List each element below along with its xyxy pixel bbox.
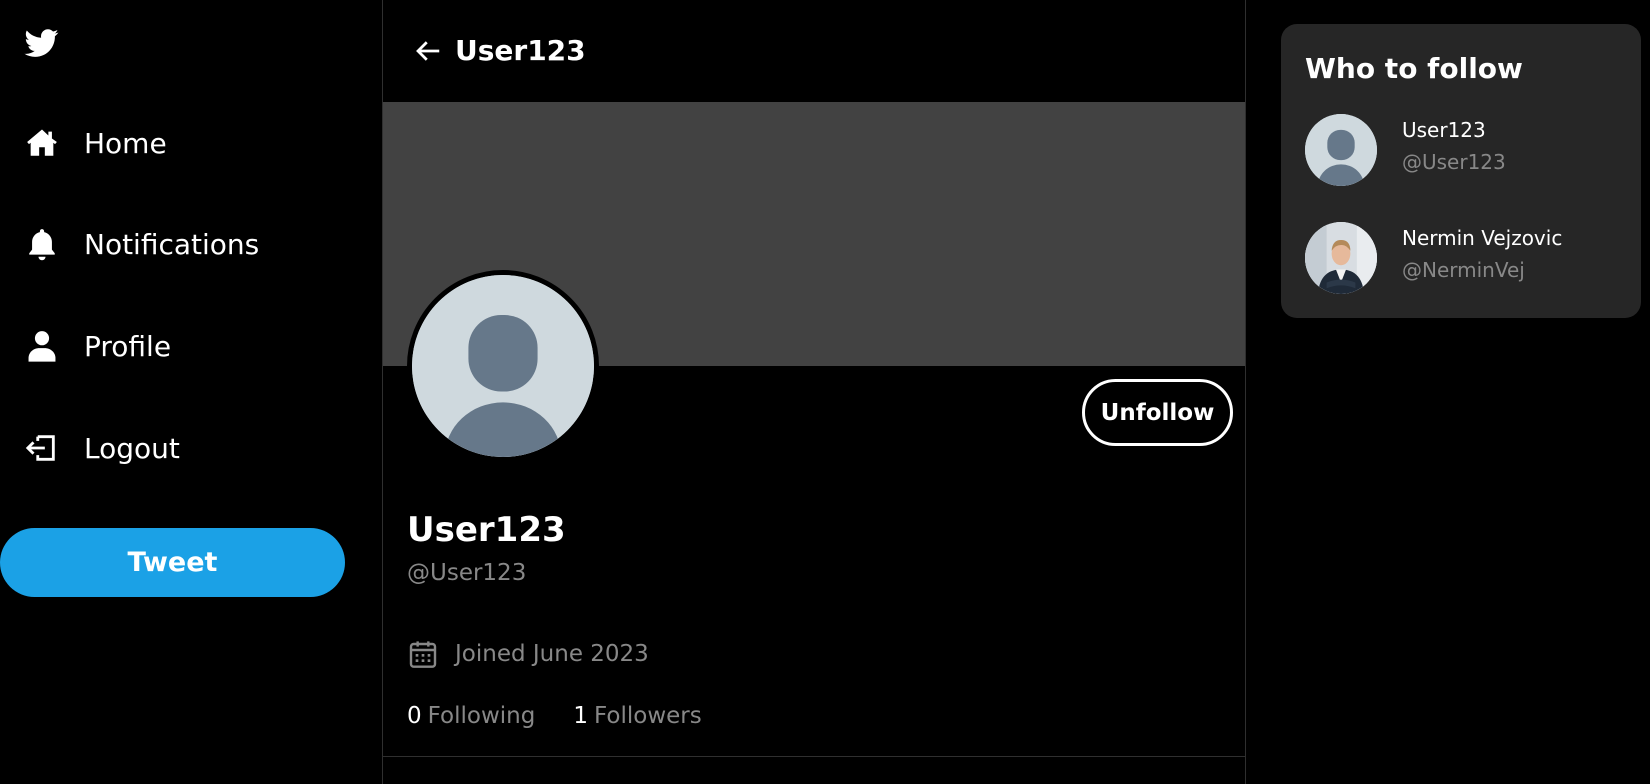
- calendar-icon: [407, 638, 439, 670]
- who-to-follow-title: Who to follow: [1305, 52, 1523, 85]
- app: Home Notifications Profile Logout Tweet: [0, 0, 1650, 784]
- bell-icon: [24, 226, 60, 262]
- home-icon: [24, 125, 60, 161]
- unfollow-button[interactable]: Unfollow: [1082, 379, 1233, 446]
- profile-name: User123: [407, 510, 566, 550]
- suggestion-item[interactable]: User123 @User123: [1305, 114, 1625, 186]
- following-label: Following: [427, 703, 536, 729]
- avatar: [1305, 114, 1377, 186]
- who-to-follow-panel: Who to follow User123 @User123 Nermin Ve…: [1281, 24, 1641, 318]
- follow-stats: 0 Following 1 Followers: [407, 703, 740, 729]
- sidebar-item-logout[interactable]: Logout: [24, 423, 180, 473]
- page-title: User123: [455, 34, 586, 67]
- profile-header: User123: [383, 0, 1245, 102]
- suggestion-item[interactable]: Nermin Vejzovic @NerminVej: [1305, 222, 1625, 294]
- twitter-bird-icon[interactable]: [24, 26, 60, 60]
- sidebar-item-notifications[interactable]: Notifications: [24, 219, 259, 269]
- joined-date: Joined June 2023: [407, 638, 649, 670]
- suggestion-name: Nermin Vejzovic: [1402, 226, 1563, 250]
- profile-handle: @User123: [407, 560, 527, 586]
- followers-link[interactable]: 1 Followers: [573, 703, 701, 729]
- sidebar-item-label: Notifications: [84, 227, 260, 261]
- back-arrow-icon[interactable]: [413, 36, 445, 68]
- suggestion-name: User123: [1402, 118, 1486, 142]
- suggestion-handle: @NerminVej: [1402, 258, 1525, 282]
- followers-label: Followers: [594, 703, 702, 729]
- sidebar-item-home[interactable]: Home: [24, 118, 167, 168]
- sidebar: Home Notifications Profile Logout Tweet: [0, 0, 382, 784]
- following-link[interactable]: 0 Following: [407, 703, 535, 729]
- avatar: [1305, 222, 1377, 294]
- main-column: User123 Unfollow User123 @User123 Joined…: [382, 0, 1246, 784]
- suggestion-handle: @User123: [1402, 150, 1506, 174]
- tweet-button[interactable]: Tweet: [0, 528, 345, 597]
- sidebar-item-label: Profile: [84, 329, 172, 363]
- joined-text: Joined June 2023: [455, 641, 649, 667]
- followers-count: 1: [573, 703, 588, 729]
- sidebar-item-label: Logout: [84, 431, 180, 465]
- logout-icon: [24, 430, 60, 466]
- divider: [383, 756, 1245, 757]
- user-icon: [24, 328, 60, 364]
- sidebar-item-profile[interactable]: Profile: [24, 321, 171, 371]
- following-count: 0: [407, 703, 422, 729]
- profile-avatar: [407, 270, 599, 462]
- sidebar-item-label: Home: [84, 126, 167, 160]
